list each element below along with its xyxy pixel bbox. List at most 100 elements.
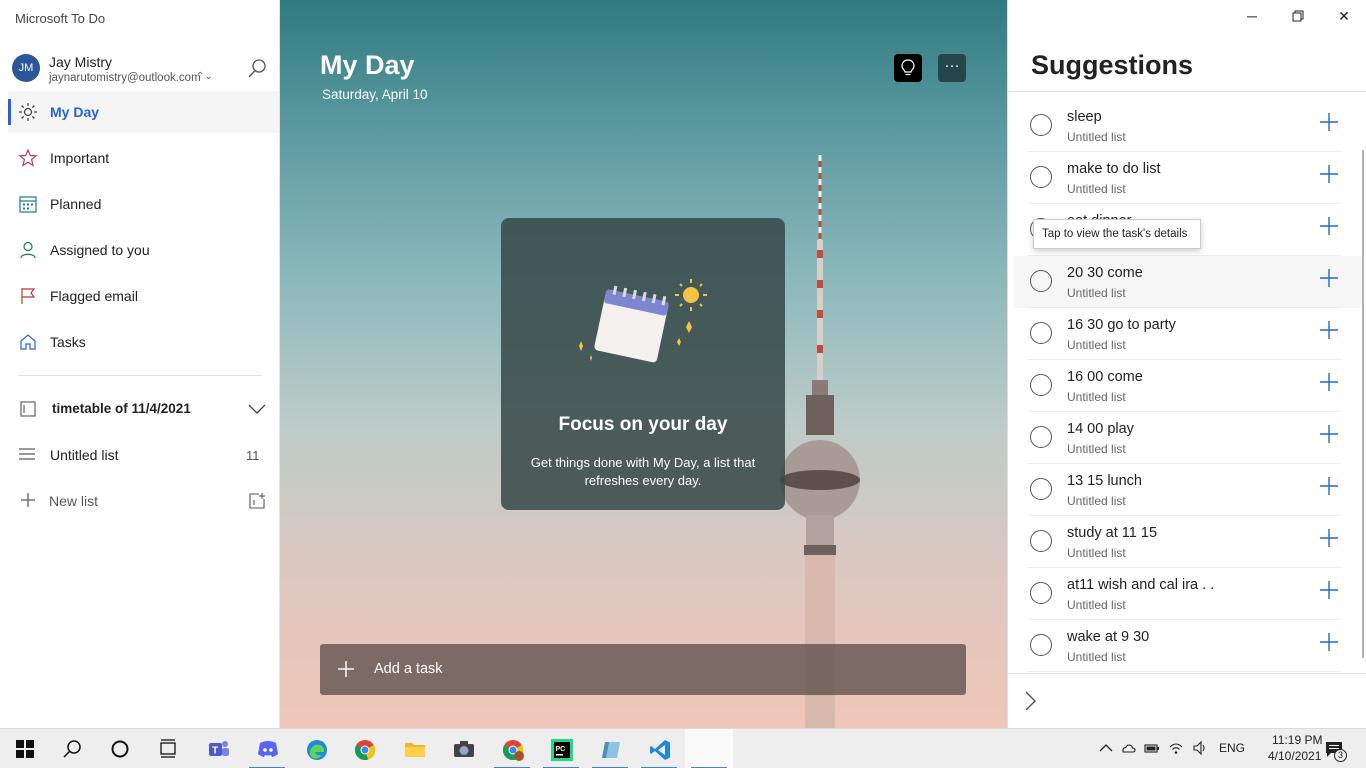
clock-date[interactable]: 4/10/2021 <box>1268 749 1321 763</box>
suggestion-item[interactable]: study at 11 15 Untitled list <box>1028 516 1361 568</box>
account-switcher[interactable]: JM Jay Mistry jaynarutomistry@outlook.co… <box>12 52 272 88</box>
close-button[interactable]: ✕ <box>1334 6 1354 26</box>
sidebar-item-my-day[interactable]: My Day <box>8 91 279 133</box>
add-to-my-day-icon[interactable] <box>1319 424 1339 444</box>
start-button[interactable] <box>0 729 48 768</box>
suggestion-title: 20 30 come <box>1067 265 1143 281</box>
discord-icon <box>258 741 278 757</box>
suggestion-item[interactable]: 13 15 lunch Untitled list <box>1028 464 1361 516</box>
suggestion-item[interactable]: 14 00 play Untitled list <box>1028 412 1361 464</box>
taskbar-chrome-profile[interactable] <box>488 729 536 768</box>
taskbar-todo-active[interactable] <box>685 729 733 768</box>
sidebar-item-untitled-list[interactable]: Untitled list 11 <box>8 434 279 474</box>
divider <box>18 375 262 376</box>
search-button[interactable] <box>246 58 268 80</box>
calendar-icon <box>19 196 37 213</box>
sidebar-item-label: Assigned to you <box>50 242 150 258</box>
add-to-my-day-icon[interactable] <box>1319 112 1339 132</box>
language-indicator[interactable]: ENG <box>1219 741 1245 755</box>
suggestions-toggle-button[interactable] <box>894 54 922 82</box>
taskbar-file-explorer[interactable] <box>390 729 438 768</box>
sidebar-item-assigned[interactable]: Assigned to you <box>8 229 279 271</box>
complete-checkbox[interactable] <box>1030 530 1052 552</box>
taskbar-search-button[interactable] <box>48 729 96 768</box>
scrollbar[interactable] <box>1362 150 1364 658</box>
tooltip: Tap to view the task's details <box>1033 219 1201 249</box>
add-to-my-day-icon[interactable] <box>1319 372 1339 392</box>
sidebar-item-label: Important <box>50 150 110 166</box>
complete-checkbox[interactable] <box>1030 270 1052 292</box>
list-group-timetable[interactable]: timetable of 11/4/2021 <box>8 388 279 428</box>
focus-title: Focus on your day <box>558 414 728 435</box>
complete-checkbox[interactable] <box>1030 634 1052 656</box>
suggestion-list-name: Untitled list <box>1067 390 1126 404</box>
taskbar-edge[interactable] <box>292 729 340 768</box>
sidebar-item-important[interactable]: Important <box>8 137 279 179</box>
complete-checkbox[interactable] <box>1030 322 1052 344</box>
onedrive-icon[interactable] <box>1120 740 1136 756</box>
complete-checkbox[interactable] <box>1030 582 1052 604</box>
suggestion-item[interactable]: wake at 9 30 Untitled list <box>1028 620 1361 672</box>
complete-checkbox[interactable] <box>1030 426 1052 448</box>
add-to-my-day-icon[interactable] <box>1319 164 1339 184</box>
sidebar-item-label: Untitled list <box>50 447 119 463</box>
calendar-illustration-icon <box>579 279 707 363</box>
list-icon <box>19 448 35 460</box>
chevron-up-icon[interactable] <box>1098 740 1114 756</box>
sidebar-item-label: Planned <box>50 196 102 212</box>
suggestion-item[interactable]: at11 wish and cal ira . . Untitled list <box>1028 568 1361 620</box>
group-label: timetable of 11/4/2021 <box>52 401 191 416</box>
suggestion-item[interactable]: 16 00 come Untitled list <box>1028 360 1361 412</box>
suggestion-item[interactable]: 20 30 come Untitled list <box>1014 256 1361 308</box>
more-options-button[interactable]: ··· <box>938 54 966 82</box>
list-count-badge: 11 <box>246 448 260 463</box>
new-list-button[interactable]: New list <box>8 480 279 520</box>
restore-button[interactable] <box>1288 6 1308 26</box>
wifi-icon[interactable] <box>1168 740 1184 756</box>
battery-icon[interactable] <box>1144 740 1160 756</box>
camera-icon <box>454 741 474 757</box>
sidebar-item-planned[interactable]: Planned <box>8 183 279 225</box>
minimize-icon: ─ <box>1247 8 1257 24</box>
add-to-my-day-icon[interactable] <box>1319 528 1339 548</box>
suggestion-item[interactable]: 16 30 go to party Untitled list <box>1028 308 1361 360</box>
chevron-down-icon[interactable] <box>248 403 266 415</box>
taskbar-camera[interactable] <box>439 729 487 768</box>
chrome-icon <box>354 740 376 760</box>
sidebar-item-flagged-email[interactable]: Flagged email <box>8 275 279 317</box>
new-group-icon[interactable] <box>248 492 266 510</box>
volume-icon[interactable] <box>1192 740 1208 756</box>
sidebar: Microsoft To Do JM Jay Mistry jaynarutom… <box>0 0 280 728</box>
complete-checkbox[interactable] <box>1030 114 1052 136</box>
taskbar-vscode[interactable] <box>635 729 683 768</box>
taskbar-discord[interactable] <box>243 729 291 768</box>
suggestion-item[interactable]: make to do list Untitled list <box>1028 152 1361 204</box>
add-to-my-day-icon[interactable] <box>1319 320 1339 340</box>
teams-icon: T <box>209 741 229 757</box>
complete-checkbox[interactable] <box>1030 166 1052 188</box>
chevron-right-icon[interactable] <box>1022 690 1038 712</box>
complete-checkbox[interactable] <box>1030 374 1052 396</box>
suggestion-item[interactable]: sleep Untitled list <box>1028 100 1361 152</box>
group-icon <box>20 401 36 417</box>
taskbar-pycharm[interactable]: PC <box>537 729 585 768</box>
add-to-my-day-icon[interactable] <box>1319 268 1339 288</box>
taskbar-app[interactable] <box>586 729 634 768</box>
taskbar-teams[interactable]: T <box>194 729 242 768</box>
clock-time[interactable]: 11:19 PM <box>1272 733 1322 747</box>
folder-icon <box>405 743 425 757</box>
taskbar-chrome[interactable] <box>340 729 388 768</box>
add-to-my-day-icon[interactable] <box>1319 216 1339 236</box>
add-to-my-day-icon[interactable] <box>1319 632 1339 652</box>
suggestion-list-name: Untitled list <box>1067 182 1126 196</box>
sidebar-item-label: My Day <box>50 104 100 120</box>
sidebar-item-tasks[interactable]: Tasks <box>8 321 279 363</box>
complete-checkbox[interactable] <box>1030 478 1052 500</box>
add-to-my-day-icon[interactable] <box>1319 580 1339 600</box>
minimize-button[interactable]: ─ <box>1242 6 1262 26</box>
add-task-input[interactable]: Add a task <box>320 644 966 695</box>
cortana-button[interactable] <box>96 729 144 768</box>
task-view-button[interactable] <box>144 729 192 768</box>
vscode-icon <box>650 740 670 760</box>
add-to-my-day-icon[interactable] <box>1319 476 1339 496</box>
